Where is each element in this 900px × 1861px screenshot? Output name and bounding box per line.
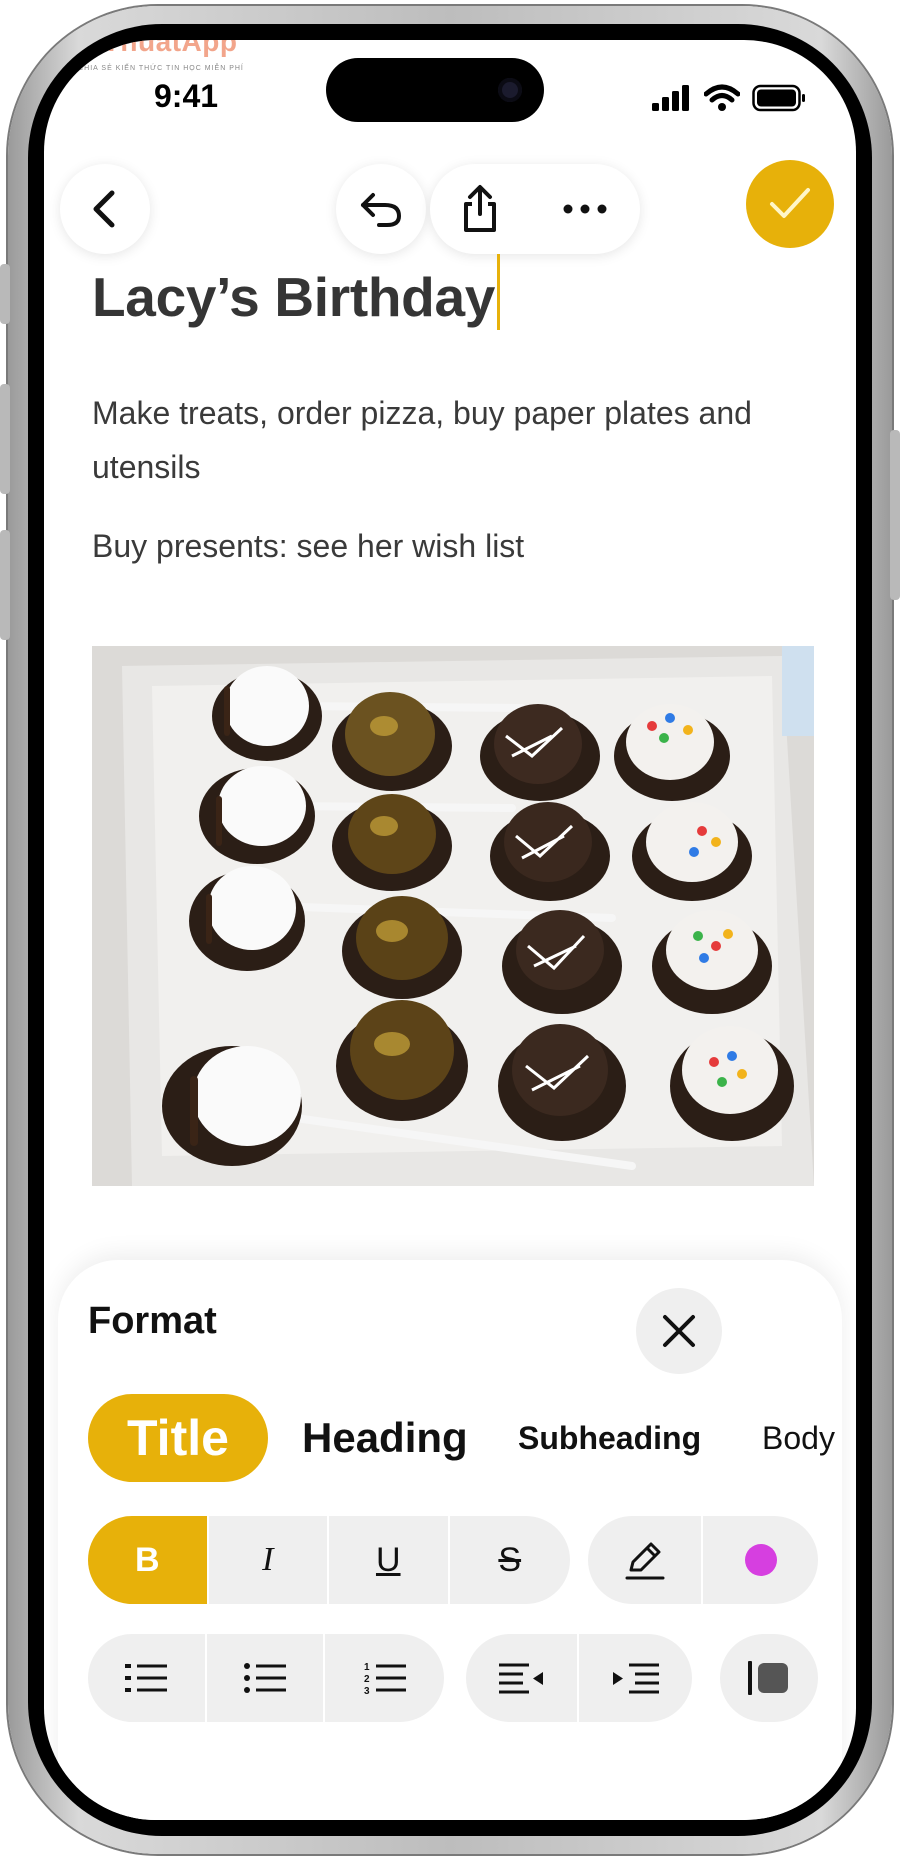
chevron-left-icon <box>93 190 115 228</box>
note-title-text: Lacy’s Birthday <box>92 266 496 328</box>
svg-text:2: 2 <box>364 1674 370 1685</box>
pencil-highlight-icon <box>625 1542 664 1580</box>
strikethrough-button[interactable]: S <box>449 1516 570 1604</box>
bold-button[interactable]: B <box>88 1516 209 1604</box>
svg-text:1: 1 <box>364 1662 370 1673</box>
cellular-signal-icon <box>652 85 689 111</box>
cake-pops-photo <box>92 646 814 1186</box>
list-style-group: 123 <box>88 1634 444 1722</box>
note-paragraph[interactable]: Buy presents: see her wish list <box>92 528 524 565</box>
bulleted-list-button[interactable] <box>206 1634 326 1722</box>
photo-attachment[interactable] <box>92 646 814 1186</box>
numbered-list-icon: 123 <box>364 1662 406 1695</box>
style-title-button[interactable]: Title <box>88 1394 268 1482</box>
svg-text:3: 3 <box>364 1686 370 1695</box>
dynamic-island <box>326 58 544 122</box>
outdent-icon <box>498 1663 543 1694</box>
checkmark-icon <box>770 188 810 218</box>
underline-label: U <box>375 1540 401 1579</box>
strikethrough-label: S <box>498 1540 522 1579</box>
indent-group <box>466 1634 692 1722</box>
done-button[interactable] <box>746 160 834 248</box>
increase-indent-button[interactable] <box>579 1634 692 1722</box>
style-body-button[interactable]: Body <box>762 1394 835 1482</box>
style-subheading-button[interactable]: Subheading <box>518 1394 701 1482</box>
share-icon <box>464 185 496 232</box>
screen: ThuThuatApp CHIA SẺ KIẾN THỨC TIN HỌC MI… <box>44 40 856 1820</box>
text-cursor <box>497 254 501 330</box>
share-button[interactable] <box>430 164 530 254</box>
indent-icon <box>612 1663 659 1694</box>
block-quote-icon <box>748 1661 788 1695</box>
undo-button[interactable] <box>336 164 426 254</box>
text-style-group: B I U S <box>88 1516 570 1604</box>
block-quote-button[interactable] <box>720 1634 818 1722</box>
paragraph-style-row: Title Heading Subheading Body <box>88 1394 848 1482</box>
note-title[interactable]: Lacy’s Birthday <box>92 254 501 330</box>
watermark-tagline: CHIA SẺ KIẾN THỨC TIN HỌC MIỄN PHÍ <box>78 65 244 72</box>
battery-icon <box>752 84 805 112</box>
note-paragraph[interactable]: Make treats, order pizza, buy paper plat… <box>92 386 792 494</box>
style-heading-button[interactable]: Heading <box>302 1394 468 1482</box>
highlight-button[interactable] <box>588 1516 704 1604</box>
watermark-logo: ThuThuatApp <box>50 40 238 57</box>
share-more-group <box>430 164 640 254</box>
close-format-button[interactable] <box>636 1288 722 1374</box>
block-quote-group <box>720 1634 818 1722</box>
underline-button[interactable]: U <box>329 1516 450 1604</box>
text-color-button[interactable] <box>703 1516 818 1604</box>
bulleted-list-icon <box>244 1663 286 1693</box>
wifi-icon <box>704 84 740 111</box>
camera-icon <box>498 78 522 102</box>
format-panel: Format Title Heading Subheading Body B I… <box>58 1260 842 1820</box>
decrease-indent-button[interactable] <box>466 1634 580 1722</box>
numbered-list-button[interactable]: 123 <box>325 1634 444 1722</box>
undo-icon <box>361 193 402 227</box>
highlight-color-group <box>588 1516 818 1604</box>
status-time: 9:41 <box>154 78 219 114</box>
bold-label: B <box>134 1540 160 1579</box>
italic-label: I <box>262 1541 274 1578</box>
ellipsis-icon <box>563 204 607 214</box>
text-color-swatch <box>744 1544 777 1576</box>
back-button[interactable] <box>60 164 150 254</box>
italic-button[interactable]: I <box>208 1516 329 1604</box>
dashed-list-icon <box>125 1664 168 1692</box>
close-icon <box>663 1315 695 1347</box>
format-panel-title: Format <box>88 1300 217 1342</box>
more-button[interactable] <box>530 164 640 254</box>
checklist-button[interactable] <box>88 1634 207 1722</box>
status-icons <box>652 84 806 112</box>
